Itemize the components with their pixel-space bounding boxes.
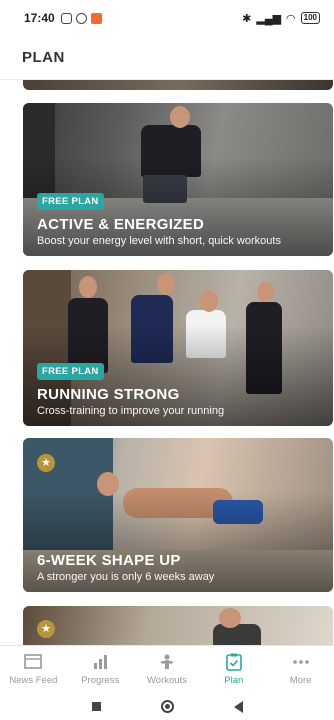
plan-card-6-week-shape-up[interactable]: ★ 6-WEEK SHAPE UP A stronger you is only… [23, 438, 333, 592]
plan-card-next[interactable]: ★ [23, 606, 333, 645]
athlete-head [219, 608, 241, 628]
system-status: ✱ ▂▄▆ ◠ 100 [242, 12, 320, 25]
tab-label: Progress [81, 675, 120, 686]
plan-card-active-energized[interactable]: FREE PLAN ACTIVE & ENERGIZED Boost your … [23, 103, 333, 256]
status-bar: 17:40 ✱ ▂▄▆ ◠ 100 [0, 0, 334, 36]
tab-label: News Feed [9, 675, 58, 686]
plan-list[interactable]: FREE PLAN ACTIVE & ENERGIZED Boost your … [0, 80, 334, 645]
status-time: 17:40 [24, 11, 55, 25]
plan-card-previous[interactable] [23, 80, 333, 90]
workouts-icon [159, 654, 174, 669]
system-navigation-bar [0, 693, 334, 720]
tab-label: More [289, 675, 312, 686]
tab-progress[interactable]: Progress [67, 646, 134, 693]
wifi-icon: ◠ [286, 12, 296, 25]
plan-title: 6-WEEK SHAPE UP [37, 552, 181, 569]
home-button[interactable] [160, 700, 174, 713]
plan-icon [225, 653, 242, 671]
premium-star-icon: ★ [37, 620, 55, 638]
free-plan-badge: FREE PLAN [37, 193, 104, 210]
plan-subtitle: Boost your energy level with short, quic… [37, 235, 281, 247]
progress-icon [94, 655, 108, 669]
bottom-tab-bar: News Feed Progress Workouts Plan More [0, 645, 334, 693]
battery-icon: 100 [300, 12, 320, 24]
free-plan-badge: FREE PLAN [37, 363, 104, 380]
instagram-icon [75, 12, 87, 24]
plan-title: ACTIVE & ENERGIZED [37, 216, 205, 233]
plan-subtitle: A stronger you is only 6 weeks away [37, 571, 215, 583]
app-header: PLAN [0, 36, 334, 80]
news-feed-icon [24, 654, 43, 669]
plan-subtitle: Cross-training to improve your running [37, 405, 225, 417]
sync-icon [60, 12, 72, 24]
plan-card-running-strong[interactable]: FREE PLAN RUNNING STRONG Cross-training … [23, 270, 333, 426]
tab-news-feed[interactable]: News Feed [0, 646, 67, 693]
tab-label: Plan [224, 675, 244, 686]
app-notification-icon [90, 12, 102, 24]
back-button[interactable] [233, 700, 243, 713]
premium-star-icon: ★ [37, 454, 55, 472]
more-icon [292, 660, 309, 664]
recent-apps-button[interactable] [91, 702, 101, 711]
page-title: PLAN [22, 49, 65, 66]
plan-title: RUNNING STRONG [37, 386, 180, 403]
tab-label: Workouts [147, 675, 187, 686]
signal-icon: ▂▄▆ [256, 12, 282, 25]
notification-icons [60, 12, 102, 24]
tab-workouts[interactable]: Workouts [134, 646, 201, 693]
tab-plan[interactable]: Plan [200, 646, 267, 693]
athlete-figure [213, 624, 261, 645]
tab-more[interactable]: More [267, 646, 334, 693]
bluetooth-icon: ✱ [242, 12, 252, 25]
